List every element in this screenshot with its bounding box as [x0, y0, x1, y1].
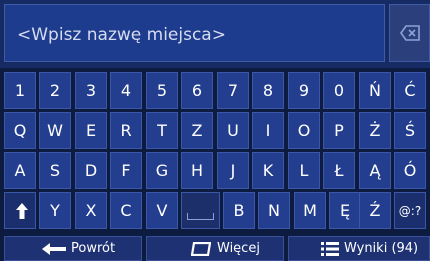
key-l-stroke[interactable]: Ł — [323, 152, 355, 189]
key-l[interactable]: L — [288, 152, 320, 189]
key-z-dot[interactable]: Ż — [359, 112, 391, 149]
symbols-key[interactable]: @:? — [394, 192, 426, 229]
keyboard-row-2: Q W E R T Z U I O P Ż Ś — [4, 112, 430, 150]
keyboard-row-4: Y X C V B N M Ę Ź @:? — [4, 192, 430, 230]
key-9[interactable]: 9 — [288, 72, 320, 109]
key-0[interactable]: 0 — [323, 72, 355, 109]
keyboard: 1 2 3 4 5 6 7 8 9 0 Ń Ć Q W E R T Z U I … — [4, 72, 430, 232]
more-button[interactable]: Więcej — [146, 236, 284, 261]
shift-icon — [16, 203, 28, 219]
key-t[interactable]: T — [146, 112, 178, 149]
key-6[interactable]: 6 — [181, 72, 213, 109]
key-i[interactable]: I — [252, 112, 284, 149]
more-icon — [191, 242, 211, 256]
key-f[interactable]: F — [110, 152, 142, 189]
backspace-icon — [400, 25, 420, 41]
key-7[interactable]: 7 — [217, 72, 249, 109]
key-m[interactable]: M — [294, 192, 326, 229]
results-button[interactable]: Wyniki (94) — [288, 236, 430, 261]
key-3[interactable]: 3 — [75, 72, 107, 109]
back-label: Powrót — [71, 241, 116, 256]
key-c[interactable]: C — [110, 192, 142, 229]
shift-key[interactable] — [4, 192, 36, 229]
key-5[interactable]: 5 — [146, 72, 178, 109]
key-n[interactable]: N — [258, 192, 290, 229]
key-w[interactable]: W — [39, 112, 71, 149]
bottom-bar: Powrót Więcej Wyniki (94) — [0, 234, 430, 261]
key-a-ogonek[interactable]: Ą — [359, 152, 391, 189]
key-k[interactable]: K — [252, 152, 284, 189]
search-bar: <Wpisz nazwę miejsca> — [0, 0, 430, 68]
key-s[interactable]: S — [39, 152, 71, 189]
back-button[interactable]: Powrót — [4, 236, 142, 261]
keyboard-row-3: A S D F G H J K L Ł Ą Ó — [4, 152, 430, 190]
key-x[interactable]: X — [75, 192, 107, 229]
key-e[interactable]: E — [75, 112, 107, 149]
key-c-acute[interactable]: Ć — [394, 72, 426, 109]
key-z-acute[interactable]: Ź — [359, 192, 391, 229]
key-z[interactable]: Z — [181, 112, 213, 149]
backspace-button[interactable] — [389, 4, 430, 62]
key-e-ogonek[interactable]: Ę — [329, 192, 361, 229]
key-y[interactable]: Y — [39, 192, 71, 229]
key-o-acute[interactable]: Ó — [394, 152, 426, 189]
key-a[interactable]: A — [4, 152, 36, 189]
key-r[interactable]: R — [110, 112, 142, 149]
more-label: Więcej — [217, 241, 260, 256]
keyboard-row-1: 1 2 3 4 5 6 7 8 9 0 Ń Ć — [4, 72, 430, 110]
key-q[interactable]: Q — [4, 112, 36, 149]
key-d[interactable]: D — [75, 152, 107, 189]
key-4[interactable]: 4 — [110, 72, 142, 109]
key-v[interactable]: V — [146, 192, 178, 229]
list-icon — [321, 242, 339, 256]
key-b[interactable]: B — [223, 192, 255, 229]
key-n-acute[interactable]: Ń — [359, 72, 391, 109]
key-j[interactable]: J — [217, 152, 249, 189]
results-label: Wyniki (94) — [344, 241, 419, 256]
keyboard-screen: <Wpisz nazwę miejsca> 1 2 3 4 5 6 7 8 9 … — [0, 0, 430, 261]
place-search-input[interactable]: <Wpisz nazwę miejsca> — [4, 4, 385, 62]
space-icon — [187, 213, 214, 220]
key-g[interactable]: G — [146, 152, 178, 189]
key-u[interactable]: U — [217, 112, 249, 149]
key-h[interactable]: H — [181, 152, 213, 189]
key-o[interactable]: O — [288, 112, 320, 149]
key-1[interactable]: 1 — [4, 72, 36, 109]
back-arrow-icon — [42, 243, 66, 255]
key-2[interactable]: 2 — [39, 72, 71, 109]
key-s-acute[interactable]: Ś — [394, 112, 426, 149]
key-8[interactable]: 8 — [252, 72, 284, 109]
search-placeholder: <Wpisz nazwę miejsca> — [17, 25, 226, 45]
key-p[interactable]: P — [323, 112, 355, 149]
space-key[interactable] — [181, 192, 220, 229]
